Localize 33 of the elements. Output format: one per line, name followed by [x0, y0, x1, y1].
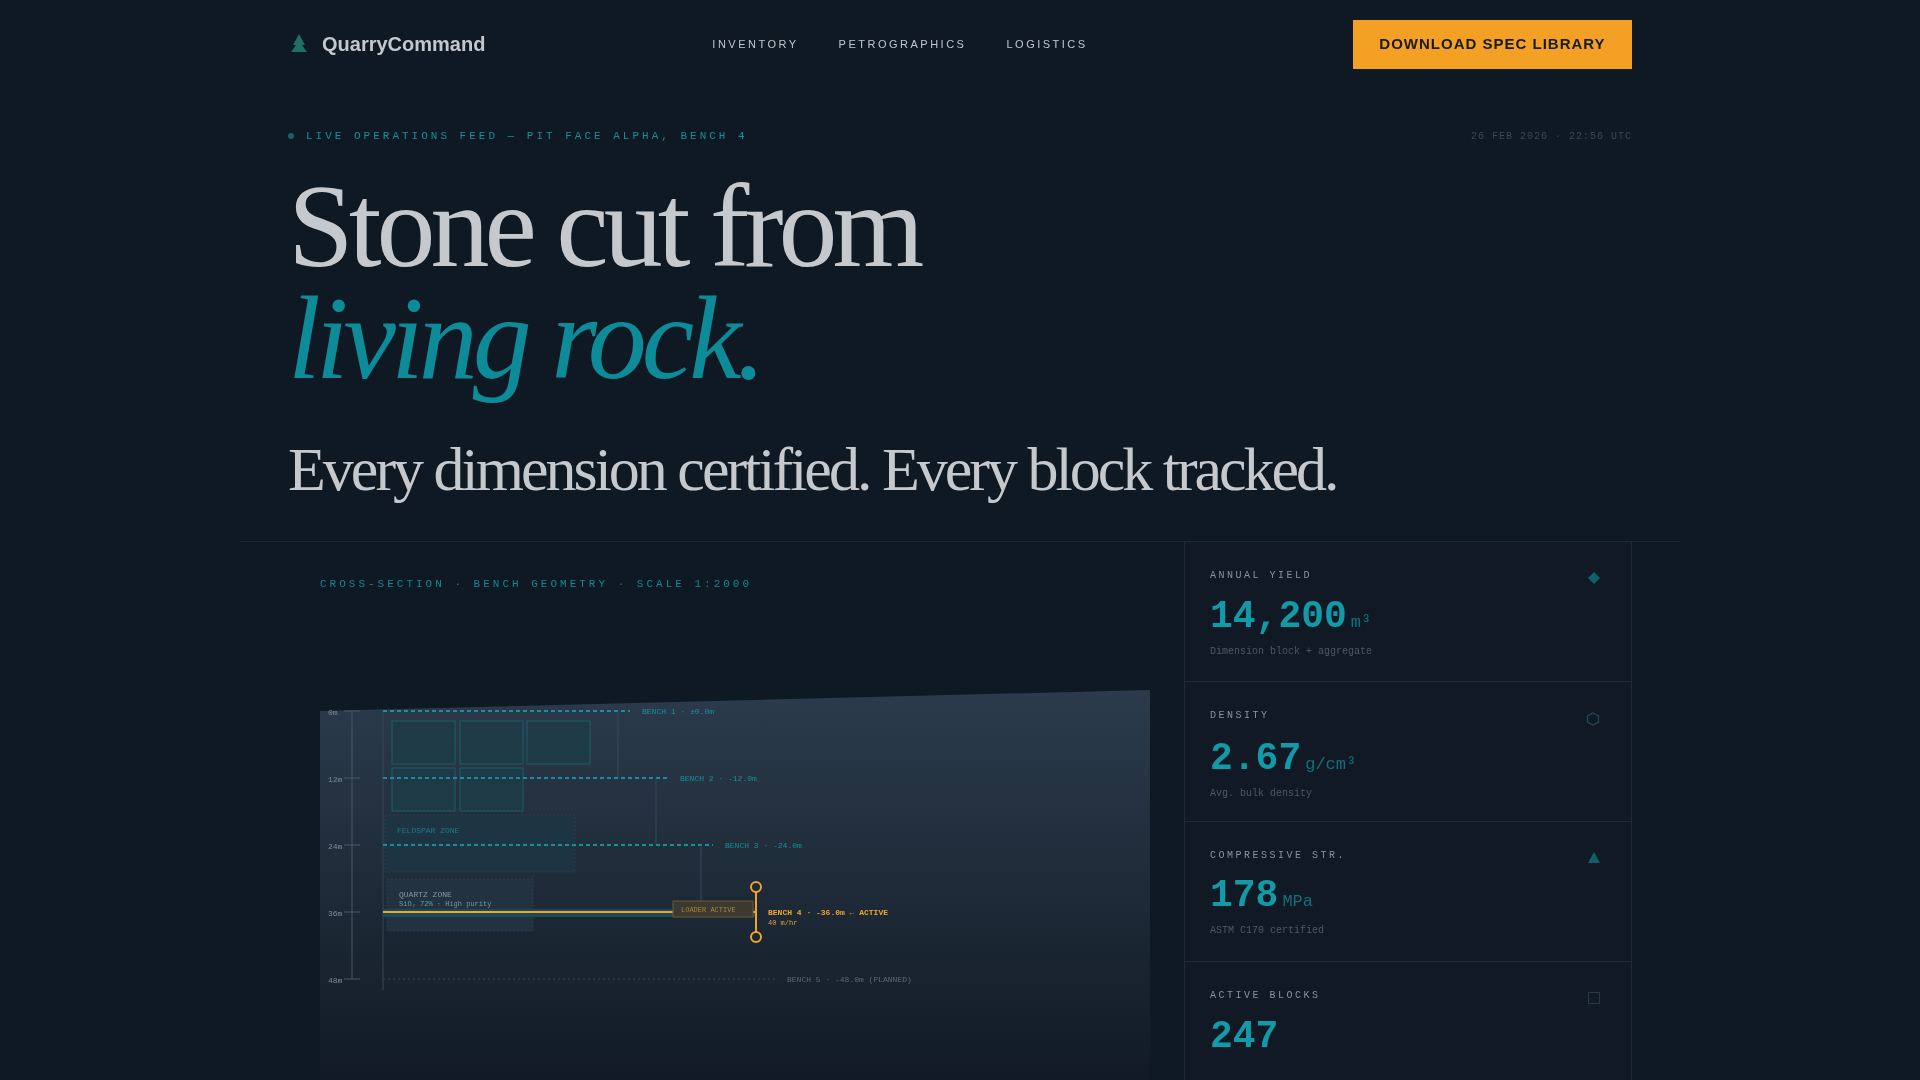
- stat-note: Avg. bulk density: [1210, 786, 1314, 801]
- stat-label: DENSITY: [1210, 708, 1270, 723]
- depth-label: 0m: [328, 708, 338, 717]
- nav-link[interactable]: PETROGRAPHICS: [838, 35, 967, 53]
- bench-label: BENCH 1 · ±0.0m: [642, 707, 714, 716]
- bench-label: BENCH 2 · -12.0m: [680, 774, 757, 783]
- download-button[interactable]: DOWNLOAD SPEC LIBRARY: [1353, 19, 1632, 69]
- stat-unit: g/cm³: [1305, 753, 1357, 776]
- stat-value: 178: [1210, 874, 1279, 917]
- stat-unit: m³: [1350, 611, 1372, 634]
- nav-link[interactable]: LOGISTICS: [1006, 35, 1088, 53]
- diagram-caption: CROSS-SECTION · BENCH GEOMETRY · SCALE 1:2000: [320, 576, 754, 592]
- feed-label: LIVE OPERATIONS FEED — PIT FACE ALPHA, BENCH 4: [306, 129, 748, 144]
- stat-unit: MPa: [1282, 890, 1314, 913]
- zone-label: QUARTZ ZONE: [399, 890, 452, 899]
- depth-label: 12m: [328, 775, 343, 784]
- stat-note: ASTM C170 certified: [1210, 923, 1326, 938]
- bench-label: BENCH 4 · -36.0m ← ACTIVE: [768, 908, 889, 917]
- depth-label: 48m: [328, 976, 343, 985]
- depth-label: 36m: [328, 909, 343, 918]
- stat-value: 2.67: [1210, 737, 1302, 780]
- zone-label: FELDSPAR ZONE: [397, 826, 460, 835]
- nav-link[interactable]: INVENTORY: [712, 35, 799, 53]
- stat-label: ACTIVE BLOCKS: [1210, 988, 1321, 1003]
- stat-note: Dimension block + aggregate: [1210, 644, 1374, 659]
- depth-label: 24m: [328, 842, 343, 851]
- brand-name[interactable]: QuarryCommand: [322, 29, 486, 59]
- stat-value: 247: [1210, 1015, 1279, 1058]
- bench-label: BENCH 3 · -24.0m: [725, 841, 802, 850]
- stat-label: ANNUAL YIELD: [1210, 568, 1312, 583]
- stat-label: COMPRESSIVE STR.: [1210, 848, 1346, 863]
- subtitle: Every dimension certified. Every block tracked.: [288, 433, 1338, 505]
- stat-value: 14,200: [1210, 595, 1347, 638]
